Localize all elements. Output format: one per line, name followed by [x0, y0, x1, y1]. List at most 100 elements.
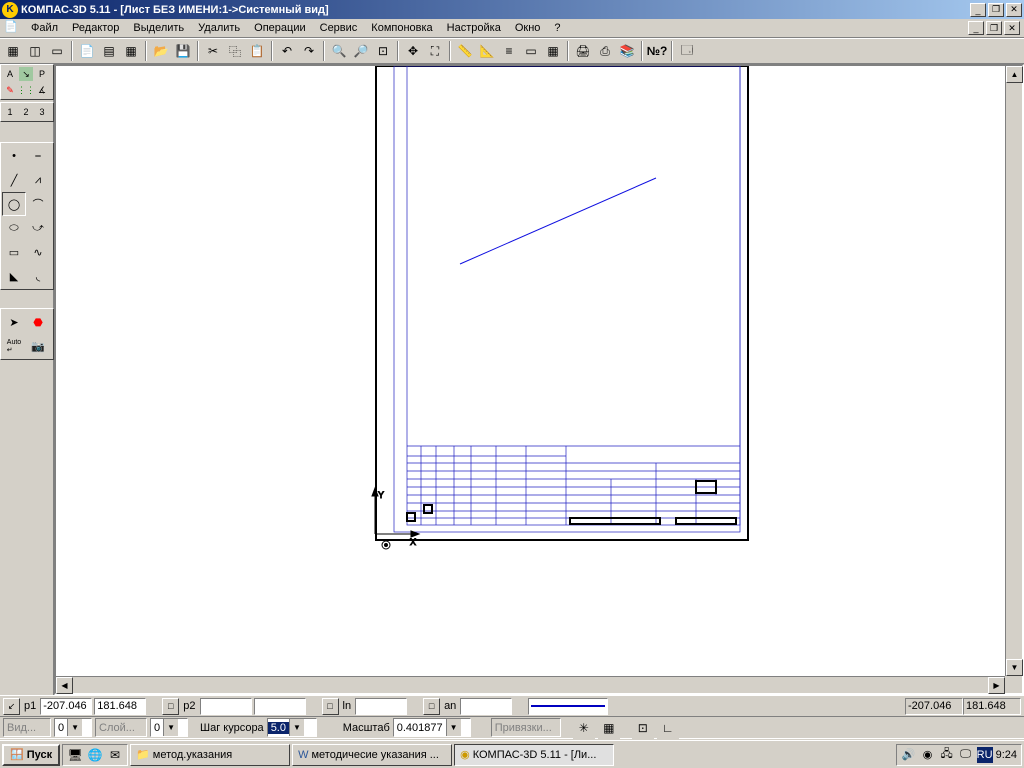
maximize-button[interactable]: ❐	[988, 3, 1004, 17]
ortho-icon[interactable]: ⊡	[632, 717, 654, 739]
mdi-minimize[interactable]: _	[968, 21, 984, 35]
layer-1-tab[interactable]: 1	[2, 104, 18, 120]
lang-indicator[interactable]: RU	[977, 747, 993, 763]
menu-settings[interactable]: Настройка	[440, 20, 508, 36]
ie-icon[interactable]: 🌐	[86, 746, 104, 764]
menu-file[interactable]: Файл	[24, 20, 65, 36]
save-icon[interactable]: 💾	[172, 40, 194, 62]
scroll-left-icon[interactable]: ◀	[56, 677, 73, 694]
grid-toggle-icon[interactable]: ▦	[598, 717, 620, 739]
p1-lock-icon[interactable]: ↙	[3, 698, 20, 715]
open-icon[interactable]: 📂	[150, 40, 172, 62]
clock[interactable]: 9:24	[996, 747, 1017, 763]
mdi-restore[interactable]: ❐	[986, 21, 1002, 35]
paste-icon[interactable]: 📋	[246, 40, 268, 62]
style-preview[interactable]	[528, 698, 608, 715]
pan-icon[interactable]: ✥	[402, 40, 424, 62]
auto-icon[interactable]: Auto↵	[2, 334, 26, 358]
print-preview-icon[interactable]: 🖨	[572, 40, 594, 62]
p2-y-field[interactable]	[254, 698, 306, 715]
annotate-mode-icon[interactable]: A	[2, 66, 18, 82]
layer-combo[interactable]: Слой...	[95, 718, 147, 737]
start-button[interactable]: 🪟 Пуск	[2, 744, 60, 766]
new-text-icon[interactable]: 📄	[76, 40, 98, 62]
layer-2-tab[interactable]: 2	[18, 104, 34, 120]
help-pointer-icon[interactable]: №?	[646, 40, 668, 62]
oe-icon[interactable]: ✉	[106, 746, 124, 764]
p1-x-field[interactable]: -207.046	[40, 698, 92, 715]
close-button[interactable]: ✕	[1006, 3, 1022, 17]
menu-layout[interactable]: Компоновка	[364, 20, 439, 36]
new-assembly-icon[interactable]: ▦	[120, 40, 142, 62]
fit-icon[interactable]: ⛶	[424, 40, 446, 62]
redo-icon[interactable]: ↷	[298, 40, 320, 62]
view-num-combo[interactable]: 0▼	[54, 718, 92, 737]
display-icon[interactable]: 🖵	[958, 747, 974, 763]
spline-icon[interactable]: ∿	[26, 240, 50, 264]
dimension-mode-icon[interactable]: P	[34, 66, 50, 82]
network-icon[interactable]: 🖧	[939, 747, 955, 763]
view-combo[interactable]: Вид...	[3, 718, 51, 737]
ellipse-icon[interactable]: ⬭	[2, 216, 26, 240]
geometry-mode-icon[interactable]: ↘	[18, 66, 34, 82]
variables-icon[interactable]: 🗔	[676, 40, 698, 62]
menu-window[interactable]: Окно	[508, 20, 548, 36]
aux-line-icon[interactable]: ⎯	[26, 144, 50, 168]
volume-icon[interactable]: 🔊	[901, 747, 917, 763]
layers-icon[interactable]: ≡	[498, 40, 520, 62]
window-list-icon[interactable]: ▦	[542, 40, 564, 62]
new-sheet-icon[interactable]: ▦	[2, 40, 24, 62]
grid-mode-icon[interactable]: ⋮⋮	[18, 82, 34, 98]
p2-x-field[interactable]	[200, 698, 252, 715]
zoom-window-icon[interactable]: ⊡	[372, 40, 394, 62]
menu-delete[interactable]: Удалить	[191, 20, 247, 36]
ruler-icon[interactable]: 📏	[454, 40, 476, 62]
lcs-icon[interactable]: ∟	[657, 717, 679, 739]
arc-icon[interactable]: ⤻	[26, 216, 50, 240]
p2-lock-icon[interactable]: □	[162, 698, 179, 715]
point-icon[interactable]: •	[2, 144, 26, 168]
ln-lock-icon[interactable]: □	[322, 698, 339, 715]
scale-combo[interactable]: 0.401877▼	[393, 718, 471, 737]
menu-operations[interactable]: Операции	[247, 20, 312, 36]
step-combo[interactable]: 5.0▼	[267, 718, 317, 737]
copy-icon[interactable]: ⿻	[224, 40, 246, 62]
scrollbar-vertical[interactable]: ▲ ▼	[1005, 66, 1022, 676]
minimize-button[interactable]: _	[970, 3, 986, 17]
measure-icon[interactable]: 📐	[476, 40, 498, 62]
param-mode-icon[interactable]: ∡	[34, 82, 50, 98]
an-field[interactable]	[460, 698, 512, 715]
scroll-up-icon[interactable]: ▲	[1006, 66, 1023, 83]
menu-help[interactable]: ?	[547, 20, 567, 36]
library-icon[interactable]: 📚	[616, 40, 638, 62]
menu-editor[interactable]: Редактор	[65, 20, 126, 36]
scrollbar-horizontal[interactable]: ◀ ▶	[56, 676, 1005, 693]
scroll-down-icon[interactable]: ▼	[1006, 659, 1023, 676]
an-lock-icon[interactable]: □	[423, 698, 440, 715]
snap-button[interactable]: Привязки...	[491, 718, 561, 737]
arrow-icon[interactable]: ➤	[2, 310, 26, 334]
layer-num-combo[interactable]: 0▼	[150, 718, 188, 737]
view-icon[interactable]: ▭	[520, 40, 542, 62]
rectangle-icon[interactable]: ▭	[2, 240, 26, 264]
menu-select[interactable]: Выделить	[126, 20, 191, 36]
line-icon[interactable]: ╱	[2, 168, 26, 192]
mdi-close[interactable]: ✕	[1004, 21, 1020, 35]
menu-service[interactable]: Сервис	[313, 20, 365, 36]
new-3d-icon[interactable]: ◫	[24, 40, 46, 62]
undo-icon[interactable]: ↶	[276, 40, 298, 62]
snap-toggle-icon[interactable]: ✳	[573, 717, 595, 739]
chamfer-icon[interactable]: ◣	[2, 264, 26, 288]
edit-mode-icon[interactable]: ✎	[2, 82, 18, 98]
camera-icon[interactable]: 📷	[26, 334, 50, 358]
task-word[interactable]: W методичесие указания ...	[292, 744, 452, 766]
polyline-icon[interactable]: ⩘	[26, 168, 50, 192]
ellipse-arc-icon[interactable]: ⌒	[26, 192, 50, 216]
stop-icon[interactable]: ⬣	[26, 310, 50, 334]
zoom-out-icon[interactable]: 🔎	[350, 40, 372, 62]
circle-icon[interactable]: ◯	[2, 192, 26, 216]
zoom-in-icon[interactable]: 🔍	[328, 40, 350, 62]
cut-icon[interactable]: ✂	[202, 40, 224, 62]
task-folder[interactable]: 📁 метод.указания	[130, 744, 290, 766]
task-kompas[interactable]: ◉ КОМПАС-3D 5.11 - [Ли...	[454, 744, 614, 766]
